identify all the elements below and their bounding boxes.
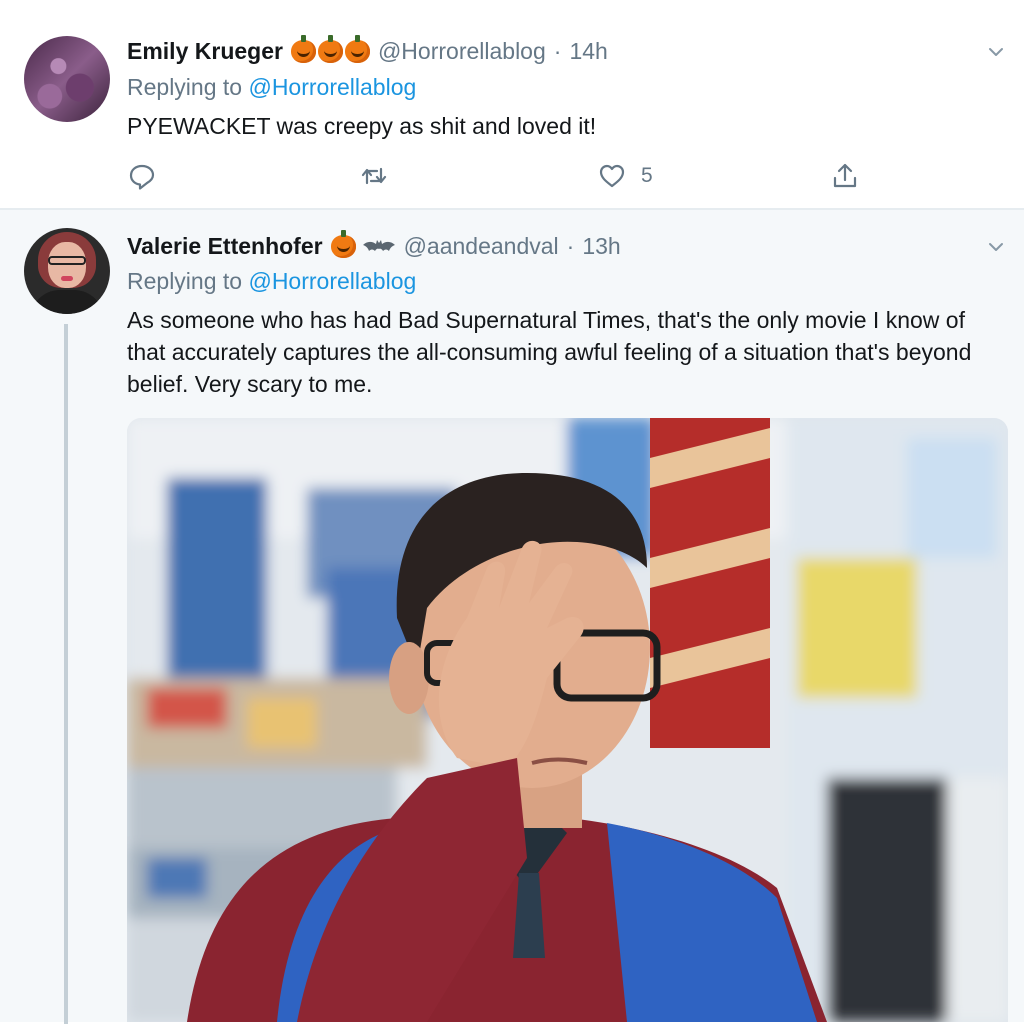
facepalm-gif	[127, 418, 1008, 1022]
heart-icon	[599, 164, 625, 188]
chevron-down-icon[interactable]	[986, 42, 1006, 62]
pumpkin-icon	[317, 34, 343, 63]
replying-to: Replying to @Horrorellablog	[127, 74, 416, 101]
avatar-face	[48, 242, 86, 288]
author-name[interactable]: Emily Krueger	[127, 38, 283, 65]
tweet-header: Emily Krueger @Horrorellablog · 14h	[127, 34, 608, 67]
name-emojis	[290, 34, 370, 63]
avatar[interactable]	[24, 36, 110, 122]
share-button[interactable]	[830, 158, 860, 194]
retweet-button[interactable]	[359, 158, 403, 194]
share-icon	[833, 163, 857, 188]
replying-mention[interactable]: @Horrorellablog	[248, 74, 416, 100]
tweet-actions: 5	[127, 158, 887, 194]
like-count: 5	[641, 164, 653, 187]
replying-to: Replying to @Horrorellablog	[127, 268, 416, 295]
reply-icon	[129, 164, 155, 190]
chevron-down-icon[interactable]	[986, 237, 1006, 257]
reply-button[interactable]	[127, 158, 171, 194]
timestamp[interactable]: 14h	[569, 38, 607, 65]
author-handle[interactable]: @Horrorellablog	[378, 38, 546, 65]
tweet-text: As someone who has had Bad Supernatural …	[127, 307, 972, 397]
tweet-emily-krueger[interactable]: Emily Krueger @Horrorellablog · 14h Repl…	[0, 0, 1024, 208]
avatar-glasses	[48, 256, 86, 265]
bat-icon	[362, 236, 396, 256]
avatar-lips	[61, 276, 73, 281]
separator-dot: ·	[566, 232, 575, 259]
replying-prefix: Replying to	[127, 268, 243, 294]
timestamp[interactable]: 13h	[582, 233, 620, 260]
like-button[interactable]: 5	[597, 158, 653, 194]
author-handle[interactable]: @aandeandval	[404, 233, 559, 260]
thread-line	[64, 324, 68, 1024]
tweet-text: PYEWACKET was creepy as shit and loved i…	[127, 113, 597, 139]
name-emojis	[330, 229, 396, 258]
tweet-valerie-ettenhofer[interactable]: Valerie Ettenhofer @aandeandval · 13h Re…	[0, 208, 1024, 1024]
gif-media[interactable]	[127, 418, 1008, 1022]
pumpkin-icon	[290, 34, 316, 63]
replying-prefix: Replying to	[127, 74, 243, 100]
retweet-icon	[361, 167, 387, 185]
avatar-shirt	[30, 290, 104, 314]
tweet-header: Valerie Ettenhofer @aandeandval · 13h	[127, 229, 621, 262]
replying-mention[interactable]: @Horrorellablog	[248, 268, 416, 294]
pumpkin-icon	[344, 34, 370, 63]
author-name[interactable]: Valerie Ettenhofer	[127, 233, 323, 260]
separator-dot: ·	[553, 37, 562, 64]
avatar[interactable]	[24, 228, 110, 314]
pumpkin-icon	[330, 229, 356, 258]
